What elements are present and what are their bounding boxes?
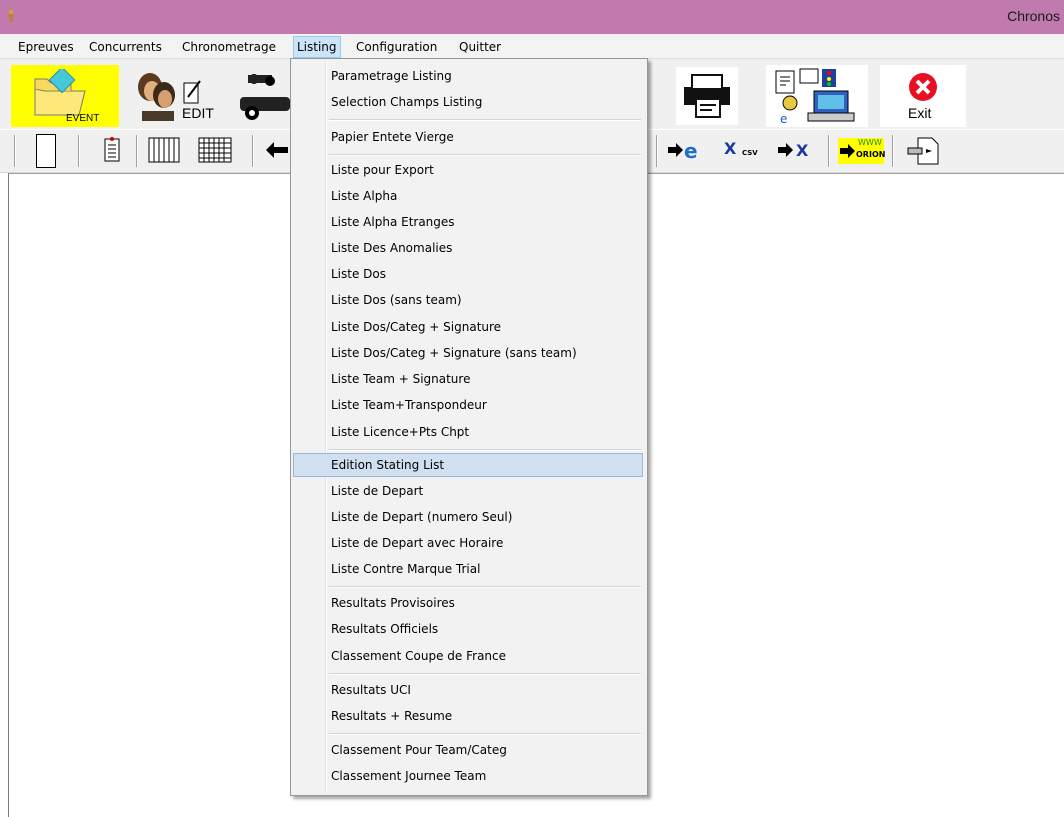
toolbar-separator xyxy=(656,135,658,167)
folder-icon xyxy=(34,69,86,116)
menu-item-resultats-uci[interactable]: Resultats UCI xyxy=(293,678,643,702)
menu-item-liste-alpha-etranges[interactable]: Liste Alpha Etranges xyxy=(293,210,643,234)
menu-separator xyxy=(329,586,641,588)
menu-item-liste-team-signature[interactable]: Liste Team + Signature xyxy=(293,367,643,391)
toolbar-separator xyxy=(828,135,830,167)
toolbar-separator xyxy=(136,135,138,167)
document-list-icon xyxy=(104,137,120,162)
orion-export-button[interactable]: WWW ORION xyxy=(838,138,886,164)
csv-label: CSV xyxy=(742,149,758,157)
menu-item-liste-dos-categ-signature-sans-team[interactable]: Liste Dos/Categ + Signature (sans team) xyxy=(293,341,643,365)
menu-item-liste-dos-categ-signature[interactable]: Liste Dos/Categ + Signature xyxy=(293,315,643,339)
menu-separator xyxy=(329,673,641,675)
menu-item-classement-team-categ[interactable]: Classement Pour Team/Categ xyxy=(293,738,643,762)
excel-export-button[interactable]: X xyxy=(778,138,818,162)
menu-quitter[interactable]: Quitter xyxy=(455,38,505,56)
menu-item-liste-team-transpondeur[interactable]: Liste Team+Transpondeur xyxy=(293,393,643,417)
title-bar: Chronos xyxy=(0,0,1064,34)
pencil-icon xyxy=(183,80,201,104)
menu-item-liste-depart[interactable]: Liste de Depart xyxy=(293,479,643,503)
exit-label: Exit xyxy=(908,105,932,121)
network-button[interactable]: e xyxy=(766,65,868,127)
listing-dropdown-menu: Parametrage Listing Selection Champs Lis… xyxy=(290,58,648,796)
menu-item-classement-journee-team[interactable]: Classement Journee Team xyxy=(293,764,643,788)
menu-item-resultats-provisoires[interactable]: Resultats Provisoires xyxy=(293,591,643,615)
menu-concurrents[interactable]: Concurrents xyxy=(85,38,166,56)
exit-button[interactable]: Exit xyxy=(880,65,966,127)
menu-item-liste-contre-marque[interactable]: Liste Contre Marque Trial xyxy=(293,557,643,581)
svg-text:e: e xyxy=(684,139,698,162)
menu-item-resultats-officiels[interactable]: Resultats Officiels xyxy=(293,617,643,641)
svg-text:e: e xyxy=(780,112,787,125)
menu-item-liste-export[interactable]: Liste pour Export xyxy=(293,158,643,182)
menu-separator xyxy=(329,733,641,735)
edit-label: EDIT xyxy=(182,105,214,121)
menu-item-liste-alpha[interactable]: Liste Alpha xyxy=(293,184,643,208)
menu-configuration[interactable]: Configuration xyxy=(352,38,441,56)
menu-item-liste-depart-numero[interactable]: Liste de Depart (numero Seul) xyxy=(293,505,643,529)
network-icon: e xyxy=(775,68,855,125)
menu-item-liste-licence-pts[interactable]: Liste Licence+Pts Chpt xyxy=(293,420,643,444)
toolbar-separator xyxy=(252,135,254,167)
toolbar-separator xyxy=(78,135,80,167)
menu-item-liste-depart-horaire[interactable]: Liste de Depart avec Horaire xyxy=(293,531,643,555)
web-export-button[interactable]: e xyxy=(668,138,704,163)
app-icon xyxy=(8,9,14,22)
menu-separator xyxy=(329,119,641,121)
arrow-left-icon xyxy=(266,142,288,158)
edit-competitors-button[interactable]: EDIT xyxy=(128,67,218,125)
menu-item-parametrage-listing[interactable]: Parametrage Listing xyxy=(293,64,643,88)
menu-epreuves[interactable]: Epreuves xyxy=(14,38,78,56)
back-button[interactable] xyxy=(266,142,288,158)
window-title: Chronos xyxy=(1007,8,1060,24)
printer-icon xyxy=(684,74,730,118)
list-doc-button[interactable] xyxy=(104,136,120,164)
menu-separator xyxy=(329,449,641,451)
blank-page-button[interactable] xyxy=(36,134,56,168)
arrow-ie-icon: e xyxy=(668,139,698,163)
svg-text:X: X xyxy=(796,141,809,160)
people-icon xyxy=(138,73,175,121)
menu-item-liste-dos-sans-team[interactable]: Liste Dos (sans team) xyxy=(293,288,643,312)
csv-export-button[interactable]: X CSV xyxy=(724,138,764,162)
arrow-excel-icon: X xyxy=(778,141,809,160)
menu-item-selection-champs[interactable]: Selection Champs Listing xyxy=(293,90,643,114)
menu-item-liste-anomalies[interactable]: Liste Des Anomalies xyxy=(293,236,643,260)
orion-label: ORION xyxy=(856,150,886,159)
transfer-button[interactable] xyxy=(904,136,944,166)
print-button[interactable] xyxy=(676,67,738,125)
close-icon xyxy=(909,73,937,101)
toolbar-separator xyxy=(892,135,894,167)
columns-icon xyxy=(148,137,180,163)
vehicles-button[interactable] xyxy=(236,67,290,125)
menu-item-resultats-resume[interactable]: Resultats + Resume xyxy=(293,704,643,728)
menu-separator xyxy=(329,154,641,156)
menu-item-edition-stating-list[interactable]: Edition Stating List xyxy=(293,453,643,477)
svg-text:X: X xyxy=(724,139,737,158)
menu-listing[interactable]: Listing xyxy=(293,36,341,58)
menu-item-classement-coupe-france[interactable]: Classement Coupe de France xyxy=(293,644,643,668)
columns-view-button[interactable] xyxy=(148,136,180,164)
document-arrow-icon xyxy=(907,137,939,165)
event-label: EVENT xyxy=(66,113,100,124)
menu-bar: Epreuves Concurrents Chronometrage Listi… xyxy=(0,34,1064,59)
menu-item-liste-dos[interactable]: Liste Dos xyxy=(293,262,643,286)
menu-chronometrage[interactable]: Chronometrage xyxy=(178,38,280,56)
grid-icon xyxy=(198,137,232,163)
menu-item-papier-entete[interactable]: Papier Entete Vierge xyxy=(293,125,643,149)
www-label: WWW xyxy=(858,138,882,147)
arrow-right-icon xyxy=(840,144,855,158)
toolbar-separator xyxy=(14,135,16,167)
moto-car-icon xyxy=(240,74,290,120)
grid-view-button[interactable] xyxy=(198,136,232,164)
event-button[interactable]: EVENT xyxy=(11,65,119,127)
